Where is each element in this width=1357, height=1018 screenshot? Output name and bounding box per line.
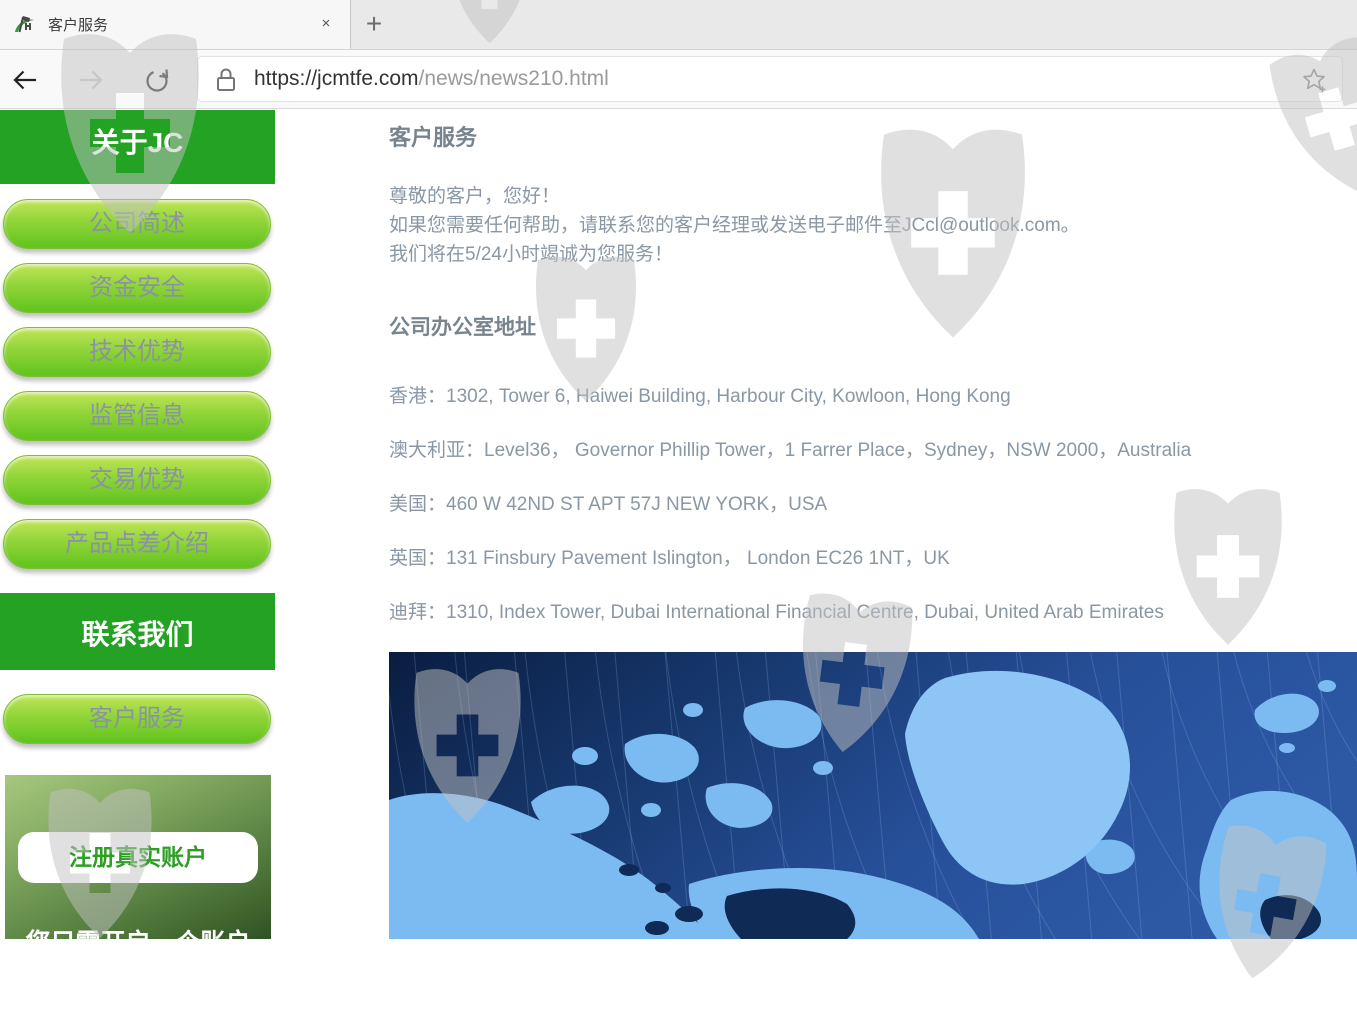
sidebar-item-customer-service[interactable]: 客户服务 [3, 694, 271, 744]
page-title: 客户服务 [389, 120, 477, 152]
intro-line-3: 我们将在5/24小时竭诚为您服务！ [389, 240, 1080, 269]
sidebar-item-company-overview[interactable]: 公司简述 [3, 199, 271, 249]
refresh-icon[interactable] [142, 65, 172, 95]
tab-strip: 客户服务 × + [0, 0, 1357, 50]
back-icon[interactable] [10, 65, 40, 95]
office-address-australia: 澳大利亚：Level36， Governor Phillip Tower，1 F… [389, 435, 1191, 462]
office-address-usa: 美国：460 W 42ND ST APT 57J NEW YORK，USA [389, 489, 827, 516]
tab-close-icon[interactable]: × [314, 12, 338, 36]
forward-icon[interactable] [76, 65, 106, 95]
world-map-image [389, 652, 1357, 939]
register-account-button[interactable]: 注册真实账户 [18, 832, 258, 883]
sidebar-item-trading-advantage[interactable]: 交易优势 [3, 455, 271, 505]
promo-caption: 您只需开启一个账户 [5, 923, 271, 939]
lock-icon [215, 66, 237, 93]
intro-line-1: 尊敬的客户，您好！ [389, 182, 1080, 211]
sidebar-item-tech-advantage[interactable]: 技术优势 [3, 327, 271, 377]
tab-title: 客户服务 [48, 14, 108, 35]
shield-watermark-icon [1148, 482, 1308, 654]
url-domain: https://jcmtfe.com [254, 67, 419, 90]
sidebar-item-regulation-info[interactable]: 监管信息 [3, 391, 271, 441]
url-path: /news/news210.html [419, 67, 609, 90]
sidebar-section-contact: 联系我们 [0, 593, 275, 670]
site-favicon-icon [13, 13, 37, 37]
sidebar-item-fund-safety[interactable]: 资金安全 [3, 263, 271, 313]
address-bar[interactable]: https://jcmtfe.com/news/news210.html [197, 56, 1343, 102]
sidebar-promo-banner: 注册真实账户 您只需开启一个账户 [5, 775, 271, 939]
url-text: https://jcmtfe.com/news/news210.html [254, 67, 609, 91]
intro-line-2: 如果您需要任何帮助，请联系您的客户经理或发送电子邮件至JCcl@outlook.… [389, 211, 1080, 240]
sidebar-section-about: 关于JC [0, 110, 275, 184]
browser-tab[interactable]: 客户服务 × [0, 0, 351, 49]
office-address-dubai: 迪拜：1310, Index Tower, Dubai Internationa… [389, 597, 1164, 624]
browser-toolbar: https://jcmtfe.com/news/news210.html [0, 50, 1357, 109]
intro-text: 尊敬的客户，您好！ 如果您需要任何帮助，请联系您的客户经理或发送电子邮件至JCc… [389, 182, 1080, 269]
add-favorite-star-icon[interactable] [1300, 66, 1328, 94]
offices-section-title: 公司办公室地址 [389, 311, 536, 341]
office-address-hongkong: 香港：1302, Tower 6, Haiwei Building, Harbo… [389, 381, 1011, 408]
new-tab-button[interactable]: + [356, 7, 392, 43]
office-address-uk: 英国：131 Finsbury Pavement Islington， Lond… [389, 543, 950, 570]
sidebar-item-product-spread[interactable]: 产品点差介绍 [3, 519, 271, 569]
